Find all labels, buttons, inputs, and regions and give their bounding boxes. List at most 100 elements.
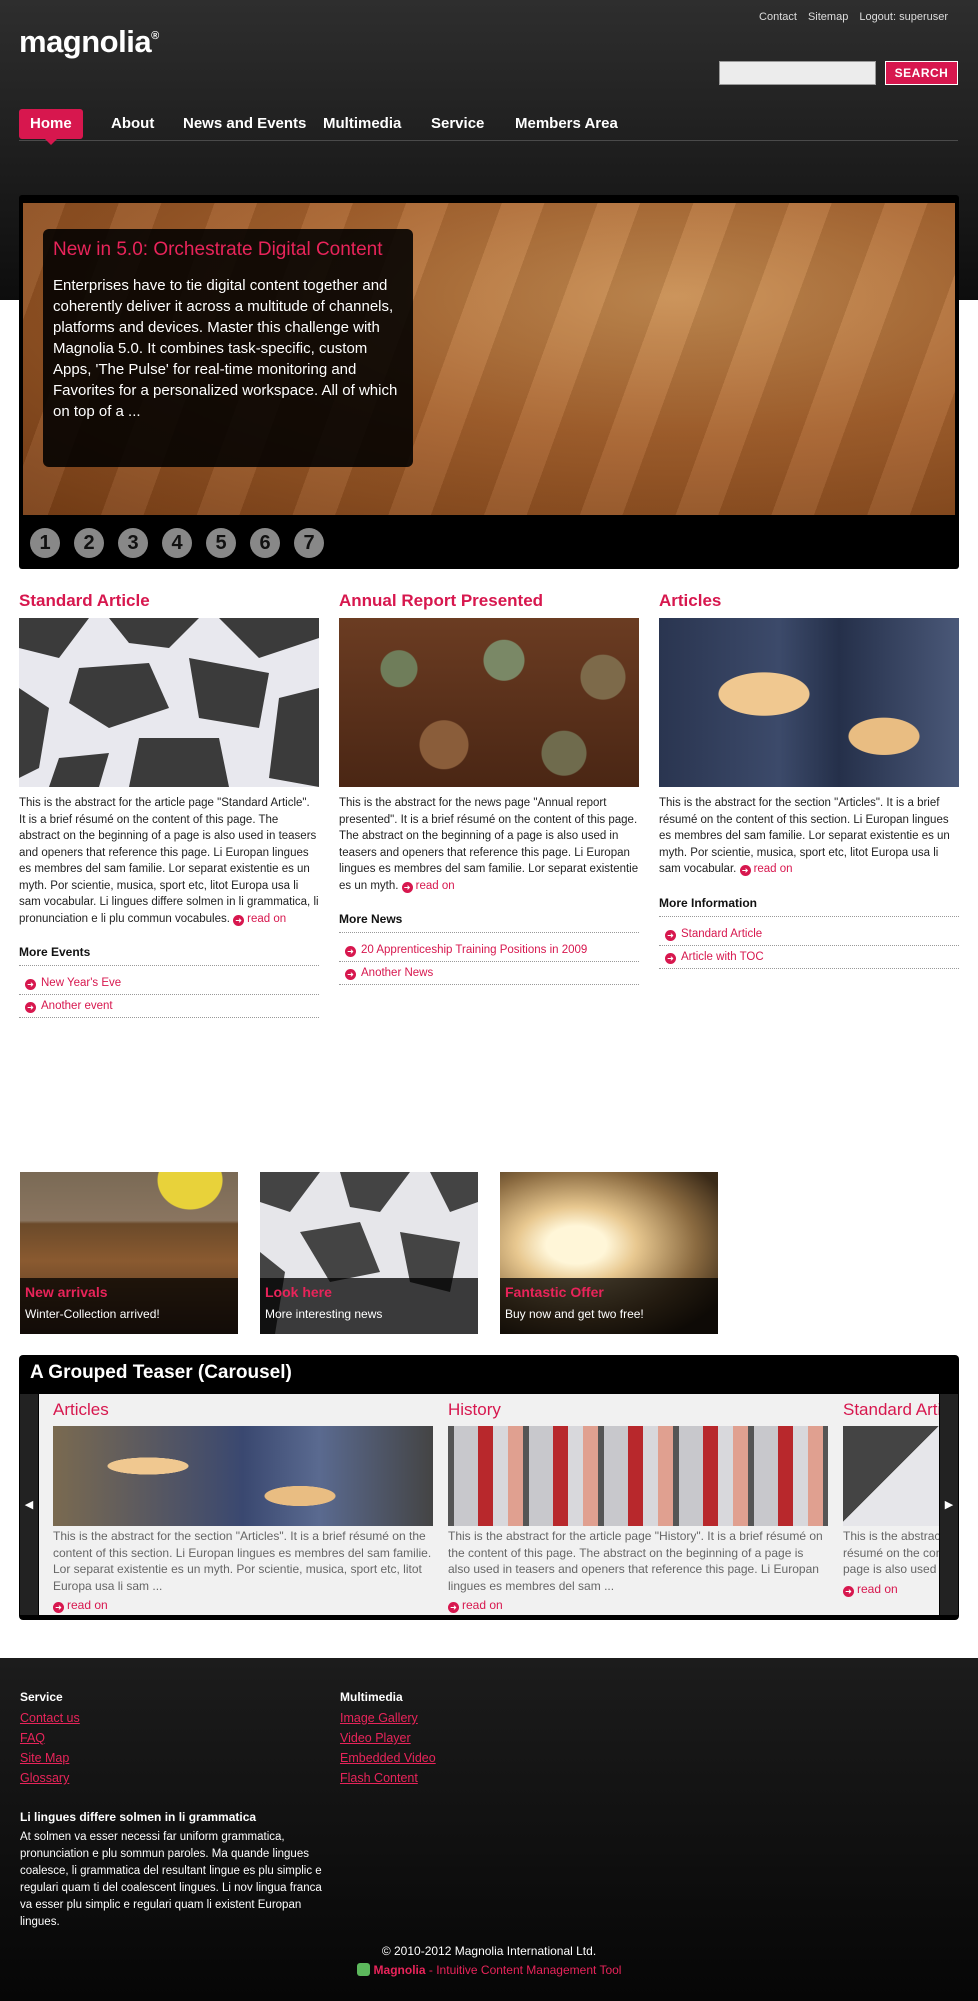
carousel-item-image[interactable] — [448, 1426, 828, 1526]
more-title: More Information — [659, 896, 959, 917]
pager-button-6[interactable]: 6 — [250, 528, 280, 558]
footer-link-contact-us[interactable]: Contact us — [20, 1711, 80, 1725]
carousel-item: History This is the abstract for the art… — [448, 1394, 828, 1613]
carousel-item: Articles This is the abstract for the se… — [53, 1394, 433, 1613]
pager-button-1[interactable]: 1 — [30, 528, 60, 558]
column-abstract: This is the abstract for the article pag… — [19, 797, 319, 925]
carousel-item-image[interactable] — [843, 1426, 939, 1526]
footer-link-flash-content[interactable]: Flash Content — [340, 1771, 436, 1785]
more-title: More News — [339, 912, 639, 933]
read-on-link[interactable]: read on — [448, 1598, 828, 1613]
teaser-title: New arrivals — [25, 1284, 108, 1300]
teaser-caption: Look here More interesting news — [260, 1278, 478, 1334]
footer-heading: Service — [20, 1690, 63, 1704]
footer-service: Service Contact us FAQ Site Map Glossary — [20, 1690, 80, 1791]
read-on-link[interactable]: read on — [402, 880, 455, 892]
carousel-item-title[interactable]: Articles — [53, 1394, 433, 1421]
read-on-link[interactable]: read on — [53, 1598, 433, 1613]
more-item[interactable]: New Year's Eve — [19, 972, 319, 995]
carousel-item-title[interactable]: Standard Article — [843, 1394, 939, 1421]
nav-item-members-area[interactable]: Members Area — [504, 109, 629, 139]
more-item[interactable]: Another News — [339, 962, 639, 985]
footer-link-site-map[interactable]: Site Map — [20, 1751, 80, 1765]
carousel-prev-button[interactable]: ◀ — [20, 1394, 38, 1615]
stage-slider: New in 5.0: Orchestrate Digital Content … — [19, 195, 959, 569]
arrow-left-icon: ◀ — [24, 1499, 34, 1511]
read-on-link[interactable]: read on — [843, 1582, 939, 1597]
column-title[interactable]: Annual Report Presented — [339, 591, 639, 618]
logo-mark: ® — [151, 30, 159, 42]
column-standard-article: Standard Article This is the abstract fo… — [19, 591, 319, 1018]
read-on-link[interactable]: read on — [740, 863, 793, 875]
pager-button-5[interactable]: 5 — [206, 528, 236, 558]
search-button[interactable]: SEARCH — [885, 61, 958, 85]
lattice-image — [19, 618, 319, 787]
sitemap-link[interactable]: Sitemap — [808, 11, 848, 23]
search-input[interactable] — [719, 61, 876, 85]
footer-link-embedded-video[interactable]: Embedded Video — [340, 1751, 436, 1765]
pager-button-4[interactable]: 4 — [162, 528, 192, 558]
powered-by[interactable]: Magnolia - Intuitive Content Management … — [0, 1963, 978, 1977]
more-news: More News 20 Apprenticeship Training Pos… — [339, 912, 639, 985]
pager-button-3[interactable]: 3 — [118, 528, 148, 558]
carousel-item-abstract: This is the abstract for the article pag… — [448, 1529, 823, 1593]
footer-link-faq[interactable]: FAQ — [20, 1731, 80, 1745]
teaser-subtitle: Winter-Collection arrived! — [25, 1307, 160, 1321]
column-image[interactable] — [339, 618, 639, 787]
logo-text: magnolia — [19, 24, 152, 59]
column-annual-report: Annual Report Presented This is the abst… — [339, 591, 639, 985]
stage-title[interactable]: New in 5.0: Orchestrate Digital Content — [53, 239, 403, 261]
column-image[interactable] — [659, 618, 959, 787]
grouped-teaser-carousel: A Grouped Teaser (Carousel) ◀ Articles T… — [19, 1355, 959, 1620]
footer-text-block: Li lingues differe solmen in li grammati… — [20, 1810, 330, 1931]
contact-link[interactable]: Contact — [759, 11, 797, 23]
column-title[interactable]: Articles — [659, 591, 959, 618]
teaser-caption: Fantastic Offer Buy now and get two free… — [500, 1278, 718, 1334]
teaser-fantastic-offer[interactable]: Fantastic Offer Buy now and get two free… — [500, 1172, 718, 1334]
magnolia-logo[interactable]: magnolia® — [19, 24, 159, 60]
carousel-item: Standard Article This is the abstract fo… — [843, 1394, 939, 1597]
carousel-next-button[interactable]: ▶ — [940, 1394, 958, 1615]
teaser-look-here[interactable]: Look here More interesting news — [260, 1172, 478, 1334]
footer-link-video-player[interactable]: Video Player — [340, 1731, 436, 1745]
nav-item-multimedia[interactable]: Multimedia — [312, 109, 412, 139]
stage-pager: 1 2 3 4 5 6 7 — [30, 528, 324, 558]
teaser-title: Fantastic Offer — [505, 1284, 604, 1300]
more-title: More Events — [19, 945, 319, 966]
top-links: Contact Sitemap Logout: superuser — [759, 11, 948, 23]
column-image[interactable] — [19, 618, 319, 787]
carousel-item-image[interactable] — [53, 1426, 433, 1526]
teaser-new-arrivals[interactable]: New arrivals Winter-Collection arrived! — [20, 1172, 238, 1334]
carousel-item-title[interactable]: History — [448, 1394, 828, 1421]
footer-multimedia: Multimedia Image Gallery Video Player Em… — [340, 1690, 436, 1791]
teaser-subtitle: Buy now and get two free! — [505, 1307, 644, 1321]
main-nav: Home About News and Events Multimedia Se… — [19, 109, 958, 145]
footer-link-glossary[interactable]: Glossary — [20, 1771, 80, 1785]
footer-block-title: Li lingues differe solmen in li grammati… — [20, 1810, 257, 1824]
footer-link-image-gallery[interactable]: Image Gallery — [340, 1711, 436, 1725]
pager-button-7[interactable]: 7 — [294, 528, 324, 558]
column-abstract: This is the abstract for the section "Ar… — [659, 797, 950, 875]
more-item[interactable]: Standard Article — [659, 923, 959, 946]
more-information: More Information Standard Article Articl… — [659, 896, 959, 969]
more-events: More Events New Year's Eve Another event — [19, 945, 319, 1018]
nav-item-news-and-events[interactable]: News and Events — [172, 109, 317, 139]
logout-link[interactable]: Logout: superuser — [859, 11, 948, 23]
more-item[interactable]: Article with TOC — [659, 946, 959, 969]
teaser-caption: New arrivals Winter-Collection arrived! — [20, 1278, 238, 1334]
arrow-right-icon: ▶ — [944, 1499, 954, 1511]
pager-button-2[interactable]: 2 — [74, 528, 104, 558]
read-on-link[interactable]: read on — [233, 913, 286, 925]
column-articles: Articles This is the abstract for the se… — [659, 591, 959, 969]
nav-item-about[interactable]: About — [100, 109, 165, 139]
nav-item-service[interactable]: Service — [420, 109, 495, 139]
powered-brand: Magnolia — [373, 1963, 426, 1977]
carousel-title: A Grouped Teaser (Carousel) — [30, 1362, 292, 1383]
column-abstract: This is the abstract for the news page "… — [339, 797, 639, 892]
stage-textbox: New in 5.0: Orchestrate Digital Content … — [43, 229, 413, 467]
more-item[interactable]: Another event — [19, 995, 319, 1018]
nav-item-home[interactable]: Home — [19, 109, 83, 145]
column-title[interactable]: Standard Article — [19, 591, 319, 618]
footer-heading: Multimedia — [340, 1690, 403, 1704]
more-item[interactable]: 20 Apprenticeship Training Positions in … — [339, 939, 639, 962]
